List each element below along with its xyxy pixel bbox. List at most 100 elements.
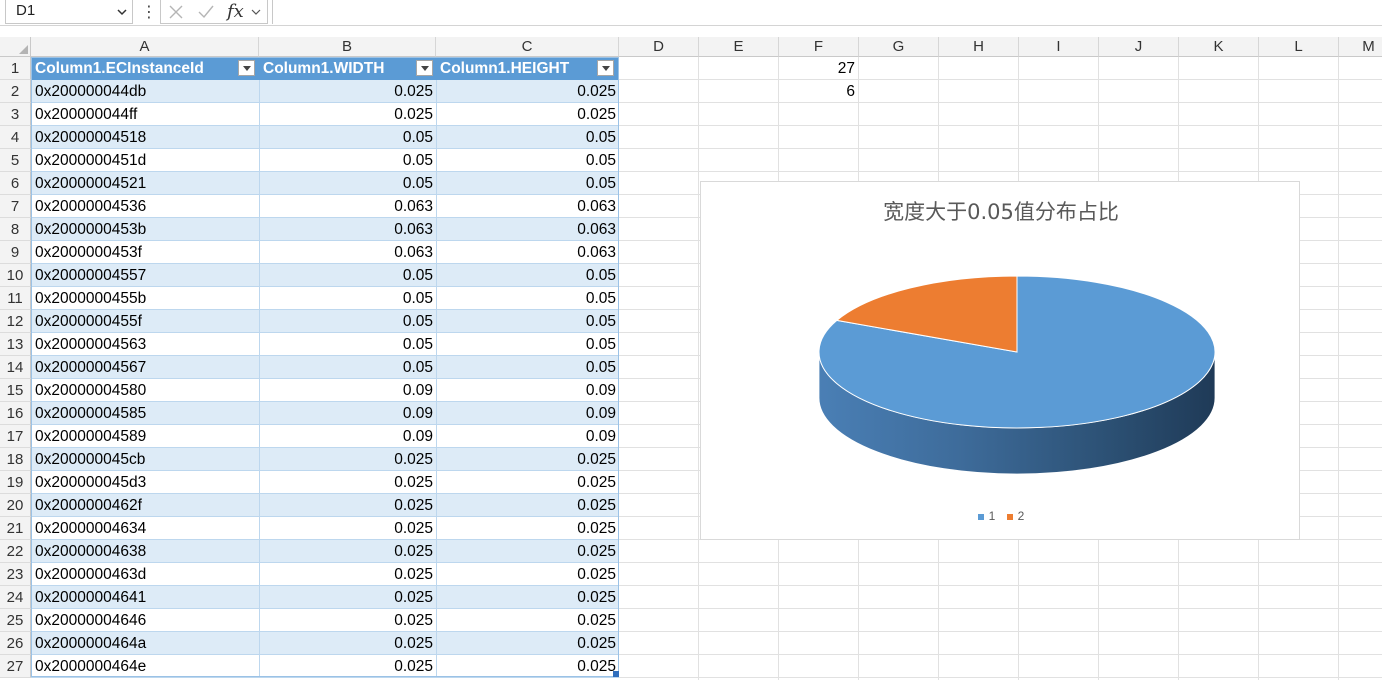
- cell-height[interactable]: 0.063: [436, 218, 619, 241]
- column-header-b[interactable]: B: [259, 37, 436, 57]
- cell-ecinstanceid[interactable]: 0x20000004557: [31, 264, 259, 287]
- cell-height[interactable]: 0.05: [436, 149, 619, 172]
- chevron-down-icon[interactable]: [251, 7, 261, 17]
- cell-ecinstanceid[interactable]: 0x2000000453b: [31, 218, 259, 241]
- cell-width[interactable]: 0.09: [259, 379, 436, 402]
- cell-height[interactable]: 0.05: [436, 172, 619, 195]
- cell-ecinstanceid[interactable]: 0x20000004518: [31, 126, 259, 149]
- row-header[interactable]: 27: [0, 655, 31, 678]
- row-header[interactable]: 12: [0, 310, 31, 333]
- cell-width[interactable]: 0.025: [259, 494, 436, 517]
- cell-height[interactable]: 0.063: [436, 241, 619, 264]
- cell-ecinstanceid[interactable]: 0x20000004646: [31, 609, 259, 632]
- cell-width[interactable]: 0.063: [259, 218, 436, 241]
- row-header[interactable]: 16: [0, 402, 31, 425]
- cell-width[interactable]: 0.025: [259, 448, 436, 471]
- cell-width[interactable]: 0.025: [259, 655, 436, 678]
- cell-height[interactable]: 0.025: [436, 494, 619, 517]
- cell-ecinstanceid[interactable]: 0x20000004589: [31, 425, 259, 448]
- header-cell-height[interactable]: Column1.HEIGHT: [436, 57, 619, 80]
- column-header-d[interactable]: D: [619, 37, 699, 57]
- cell-ecinstanceid[interactable]: 0x20000004536: [31, 195, 259, 218]
- cell-ecinstanceid[interactable]: 0x20000004638: [31, 540, 259, 563]
- column-header-m[interactable]: M: [1339, 37, 1382, 57]
- cell-height[interactable]: 0.025: [436, 655, 619, 678]
- cell-ecinstanceid[interactable]: 0x20000004585: [31, 402, 259, 425]
- row-header[interactable]: 7: [0, 195, 31, 218]
- row-header[interactable]: 24: [0, 586, 31, 609]
- row-header[interactable]: 8: [0, 218, 31, 241]
- cell-width[interactable]: 0.025: [259, 103, 436, 126]
- row-header[interactable]: 23: [0, 563, 31, 586]
- filter-dropdown-button[interactable]: [238, 60, 255, 76]
- cell-ecinstanceid[interactable]: 0x2000000455b: [31, 287, 259, 310]
- cell-height[interactable]: 0.025: [436, 632, 619, 655]
- chevron-down-icon[interactable]: [116, 6, 128, 18]
- pie-chart[interactable]: 宽度大于0.05值分布占比 1 2: [700, 181, 1300, 540]
- cell-ecinstanceid[interactable]: 0x2000000463d: [31, 563, 259, 586]
- header-cell-ecinstanceid[interactable]: Column1.ECInstanceId: [31, 57, 259, 80]
- cell-height[interactable]: 0.025: [436, 448, 619, 471]
- cell-height[interactable]: 0.025: [436, 103, 619, 126]
- cell-f1[interactable]: 27: [779, 57, 858, 80]
- row-header[interactable]: 3: [0, 103, 31, 126]
- pie-plot-area[interactable]: [701, 182, 1301, 541]
- row-header[interactable]: 19: [0, 471, 31, 494]
- cell-ecinstanceid[interactable]: 0x2000000451d: [31, 149, 259, 172]
- row-header[interactable]: 1: [0, 57, 31, 80]
- cell-ecinstanceid[interactable]: 0x200000045cb: [31, 448, 259, 471]
- select-all-button[interactable]: [0, 37, 31, 57]
- column-header-e[interactable]: E: [699, 37, 779, 57]
- row-header[interactable]: 13: [0, 333, 31, 356]
- cell-height[interactable]: 0.05: [436, 287, 619, 310]
- column-header-g[interactable]: G: [859, 37, 939, 57]
- cell-width[interactable]: 0.025: [259, 632, 436, 655]
- filter-dropdown-button[interactable]: [597, 60, 614, 76]
- column-header-i[interactable]: I: [1019, 37, 1099, 57]
- row-header[interactable]: 22: [0, 540, 31, 563]
- row-header[interactable]: 2: [0, 80, 31, 103]
- row-header[interactable]: 25: [0, 609, 31, 632]
- cell-height[interactable]: 0.025: [436, 517, 619, 540]
- cell-width[interactable]: 0.05: [259, 333, 436, 356]
- chart-legend[interactable]: 1 2: [701, 509, 1301, 523]
- formula-input[interactable]: [272, 0, 1382, 24]
- cell-ecinstanceid[interactable]: 0x20000004563: [31, 333, 259, 356]
- table-resize-handle[interactable]: [613, 671, 619, 677]
- cell-width[interactable]: 0.05: [259, 126, 436, 149]
- cell-ecinstanceid[interactable]: 0x20000004580: [31, 379, 259, 402]
- cell-height[interactable]: 0.05: [436, 333, 619, 356]
- row-header[interactable]: 4: [0, 126, 31, 149]
- cell-width[interactable]: 0.025: [259, 471, 436, 494]
- cell-height[interactable]: 0.05: [436, 310, 619, 333]
- confirm-icon[interactable]: [197, 3, 215, 21]
- cell-ecinstanceid[interactable]: 0x2000000462f: [31, 494, 259, 517]
- cell-width[interactable]: 0.025: [259, 609, 436, 632]
- column-header-c[interactable]: C: [436, 37, 619, 57]
- more-options-icon[interactable]: ⋮: [141, 2, 157, 22]
- cell-width[interactable]: 0.05: [259, 287, 436, 310]
- cell-f2[interactable]: 6: [779, 80, 858, 103]
- row-header[interactable]: 18: [0, 448, 31, 471]
- row-header[interactable]: 5: [0, 149, 31, 172]
- cell-height[interactable]: 0.05: [436, 264, 619, 287]
- cell-width[interactable]: 0.05: [259, 356, 436, 379]
- cell-height[interactable]: 0.09: [436, 425, 619, 448]
- column-header-k[interactable]: K: [1179, 37, 1259, 57]
- row-header[interactable]: 9: [0, 241, 31, 264]
- cell-height[interactable]: 0.05: [436, 356, 619, 379]
- cell-width[interactable]: 0.09: [259, 402, 436, 425]
- cell-width[interactable]: 0.05: [259, 172, 436, 195]
- cell-height[interactable]: 0.025: [436, 80, 619, 103]
- cell-width[interactable]: 0.05: [259, 310, 436, 333]
- cell-width[interactable]: 0.025: [259, 563, 436, 586]
- insert-function-icon[interactable]: fx: [227, 1, 244, 22]
- row-header[interactable]: 14: [0, 356, 31, 379]
- cell-ecinstanceid[interactable]: 0x20000004521: [31, 172, 259, 195]
- cell-width[interactable]: 0.025: [259, 517, 436, 540]
- cell-height[interactable]: 0.025: [436, 471, 619, 494]
- cell-width[interactable]: 0.063: [259, 195, 436, 218]
- row-header[interactable]: 21: [0, 517, 31, 540]
- header-cell-width[interactable]: Column1.WIDTH: [259, 57, 436, 80]
- cell-height[interactable]: 0.09: [436, 402, 619, 425]
